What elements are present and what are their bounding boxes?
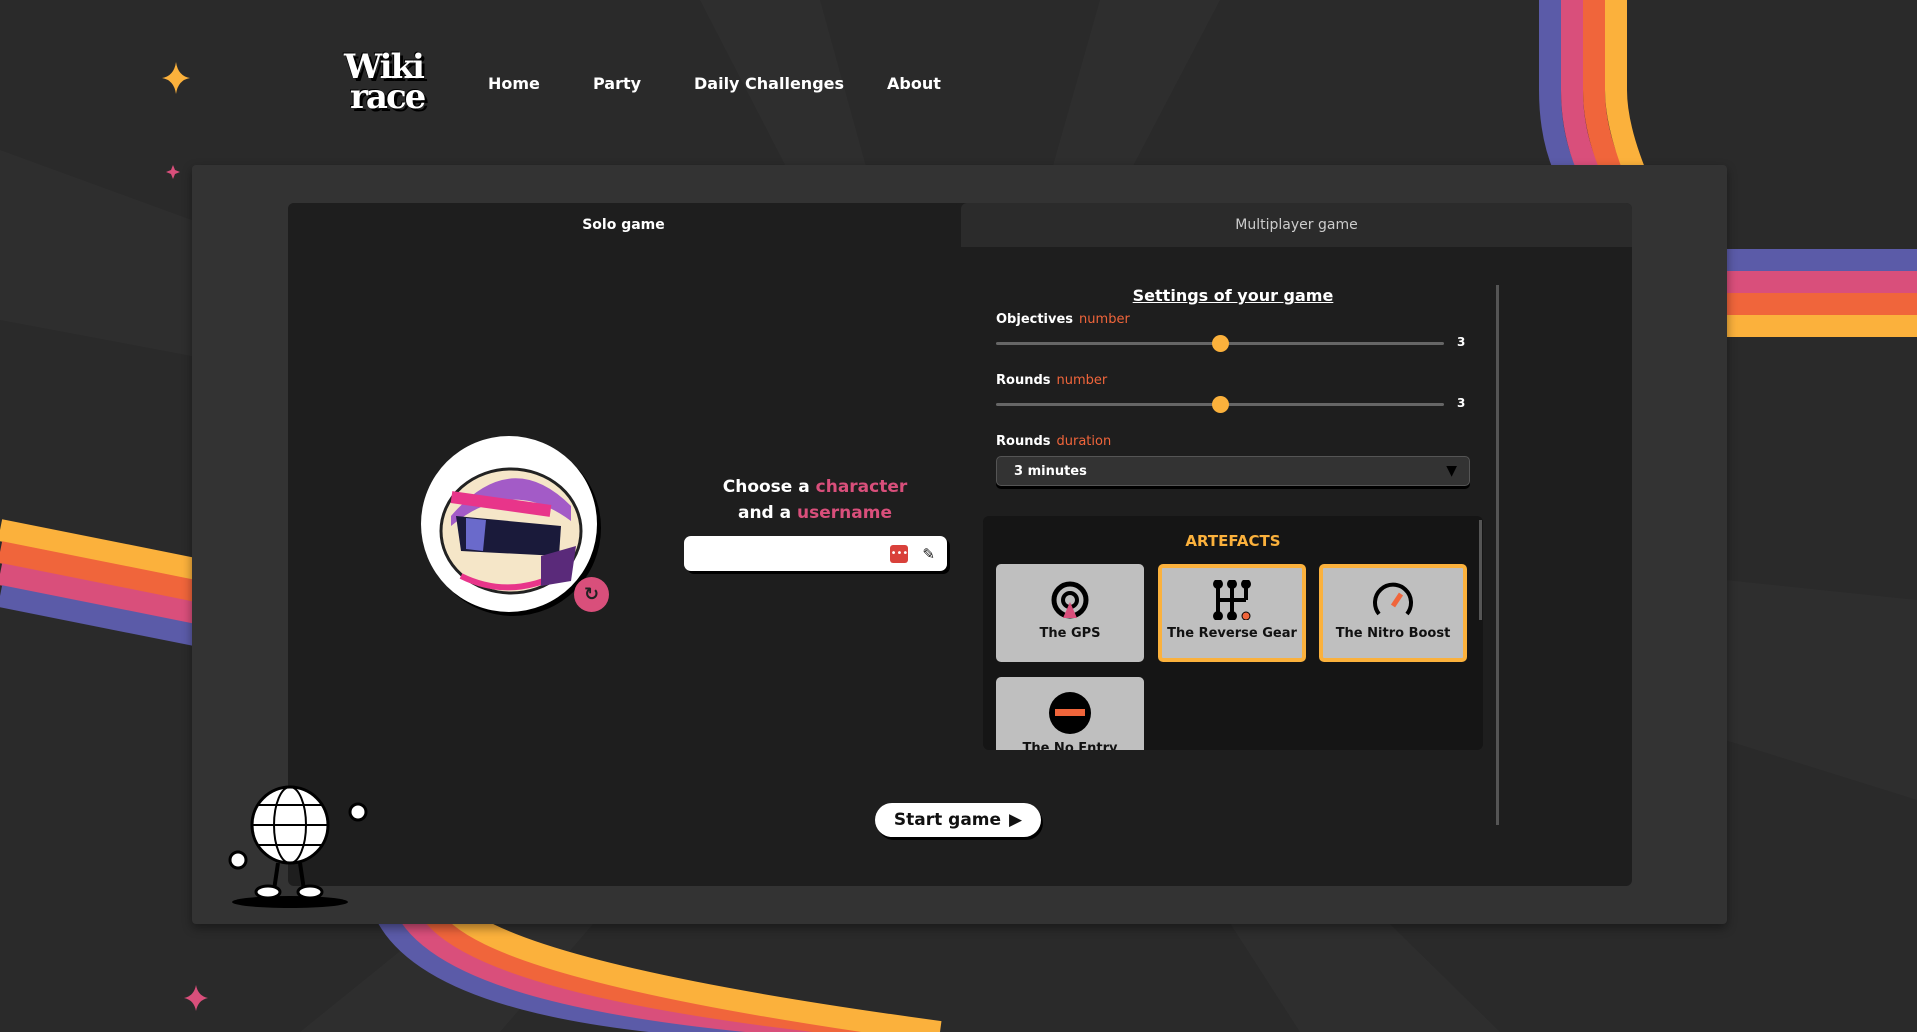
artefact-gps[interactable]: The GPS bbox=[996, 564, 1144, 662]
sparkle-icon bbox=[166, 165, 180, 179]
objectives-slider-knob[interactable] bbox=[1212, 335, 1229, 352]
chevron-down-icon: ▼ bbox=[1446, 463, 1457, 479]
refresh-character-button[interactable]: ↻ bbox=[574, 577, 609, 612]
username-input[interactable] bbox=[708, 545, 891, 562]
play-icon: ▶ bbox=[1009, 810, 1023, 830]
nav-home[interactable]: Home bbox=[488, 74, 540, 93]
choose-character-word: character bbox=[815, 477, 908, 497]
tab-multiplayer-game[interactable]: Multiplayer game bbox=[961, 203, 1632, 247]
username-field[interactable]: ••• ✎ bbox=[684, 536, 947, 571]
duration-label: Rounds duration bbox=[996, 434, 1112, 449]
nav-daily-challenges[interactable]: Daily Challenges bbox=[694, 74, 844, 93]
artefact-no-entry[interactable]: The No Entry bbox=[996, 677, 1144, 750]
wikirace-logo[interactable]: Wiki race bbox=[340, 50, 432, 122]
choose-prefix: Choose a bbox=[722, 477, 810, 497]
artefacts-scrollbar[interactable] bbox=[1479, 520, 1482, 620]
tab-solo-game[interactable]: Solo game bbox=[288, 203, 959, 247]
artefact-reverse-gear[interactable]: The Reverse Gear bbox=[1158, 564, 1306, 662]
speedometer-icon bbox=[1373, 582, 1413, 616]
rounds-slider-knob[interactable] bbox=[1212, 396, 1229, 413]
artefact-nitro-boost[interactable]: The Nitro Boost bbox=[1319, 564, 1467, 662]
password-manager-icon[interactable]: ••• bbox=[890, 544, 909, 563]
refresh-icon: ↻ bbox=[583, 584, 600, 605]
settings-scrollbar[interactable] bbox=[1496, 285, 1499, 825]
nav-party[interactable]: Party bbox=[593, 74, 641, 93]
choose-username-word: username bbox=[797, 503, 892, 523]
nav-about[interactable]: About bbox=[887, 74, 941, 93]
choose-character-text: Choose a character and a username bbox=[660, 474, 970, 526]
helmet-icon bbox=[439, 467, 583, 595]
gear-shift-icon bbox=[1213, 580, 1251, 620]
start-game-label: Start game bbox=[893, 810, 1002, 830]
objectives-value: 3 bbox=[1457, 335, 1466, 349]
artefacts-title: ARTEFACTS bbox=[1185, 532, 1281, 550]
duration-select[interactable]: 3 minutes ▼ bbox=[996, 456, 1470, 486]
gps-icon bbox=[1051, 581, 1089, 619]
rounds-label: Rounds number bbox=[996, 373, 1108, 388]
start-game-button[interactable]: Start game ▶ bbox=[875, 803, 1041, 837]
objectives-label: Objectives number bbox=[996, 312, 1130, 327]
sparkle-icon bbox=[184, 985, 208, 1011]
settings-title: Settings of your game bbox=[1132, 286, 1334, 305]
duration-value: 3 minutes bbox=[1014, 463, 1087, 479]
globe-mascot bbox=[228, 785, 368, 908]
choose-mid: and a bbox=[737, 503, 792, 523]
rounds-slider[interactable] bbox=[996, 396, 1444, 413]
pencil-icon[interactable]: ✎ bbox=[922, 545, 935, 563]
objectives-slider[interactable] bbox=[996, 335, 1444, 352]
no-entry-icon bbox=[1049, 692, 1091, 734]
rounds-value: 3 bbox=[1457, 396, 1466, 410]
artefacts-panel: ARTEFACTS The GPS The Reverse Gear The N… bbox=[983, 516, 1483, 750]
character-avatar[interactable] bbox=[421, 436, 597, 612]
sparkle-icon bbox=[162, 62, 190, 94]
